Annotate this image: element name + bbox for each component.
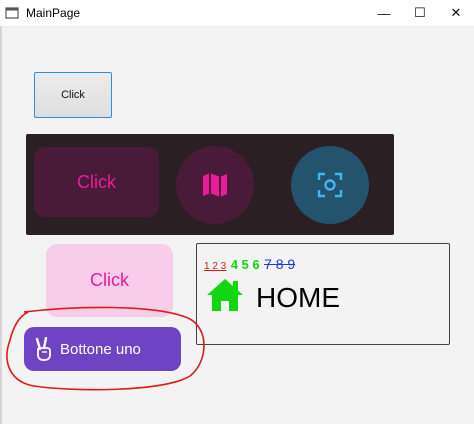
focus-icon	[317, 172, 343, 198]
close-button[interactable]: ✕	[438, 0, 474, 26]
home-icon	[207, 279, 243, 311]
red-annotation-circle	[6, 306, 205, 391]
number-row: 1 2 3 4 5 6 7 8 9	[204, 256, 295, 274]
minimize-button[interactable]: —	[366, 0, 402, 26]
click-button-standard[interactable]: Click	[34, 72, 112, 118]
window-left-edge	[0, 26, 2, 424]
title-bar: MainPage — ☐ ✕	[0, 0, 474, 27]
click-button-dark[interactable]: Click	[34, 147, 159, 217]
focus-button[interactable]	[291, 146, 369, 224]
numbers-green: 4 5 6	[230, 257, 260, 272]
map-button[interactable]	[176, 146, 254, 224]
map-icon	[203, 173, 227, 197]
numbers-blue: 7 8 9	[264, 256, 296, 272]
maximize-button[interactable]: ☐	[402, 0, 438, 26]
home-label: HOME	[256, 282, 340, 313]
app-icon	[5, 7, 19, 19]
numbers-red: 1 2 3	[204, 261, 227, 272]
dark-button-panel: Click	[26, 134, 394, 235]
window-title: MainPage	[26, 6, 81, 20]
home-panel: 1 2 3 4 5 6 7 8 9 HOME	[196, 243, 450, 345]
